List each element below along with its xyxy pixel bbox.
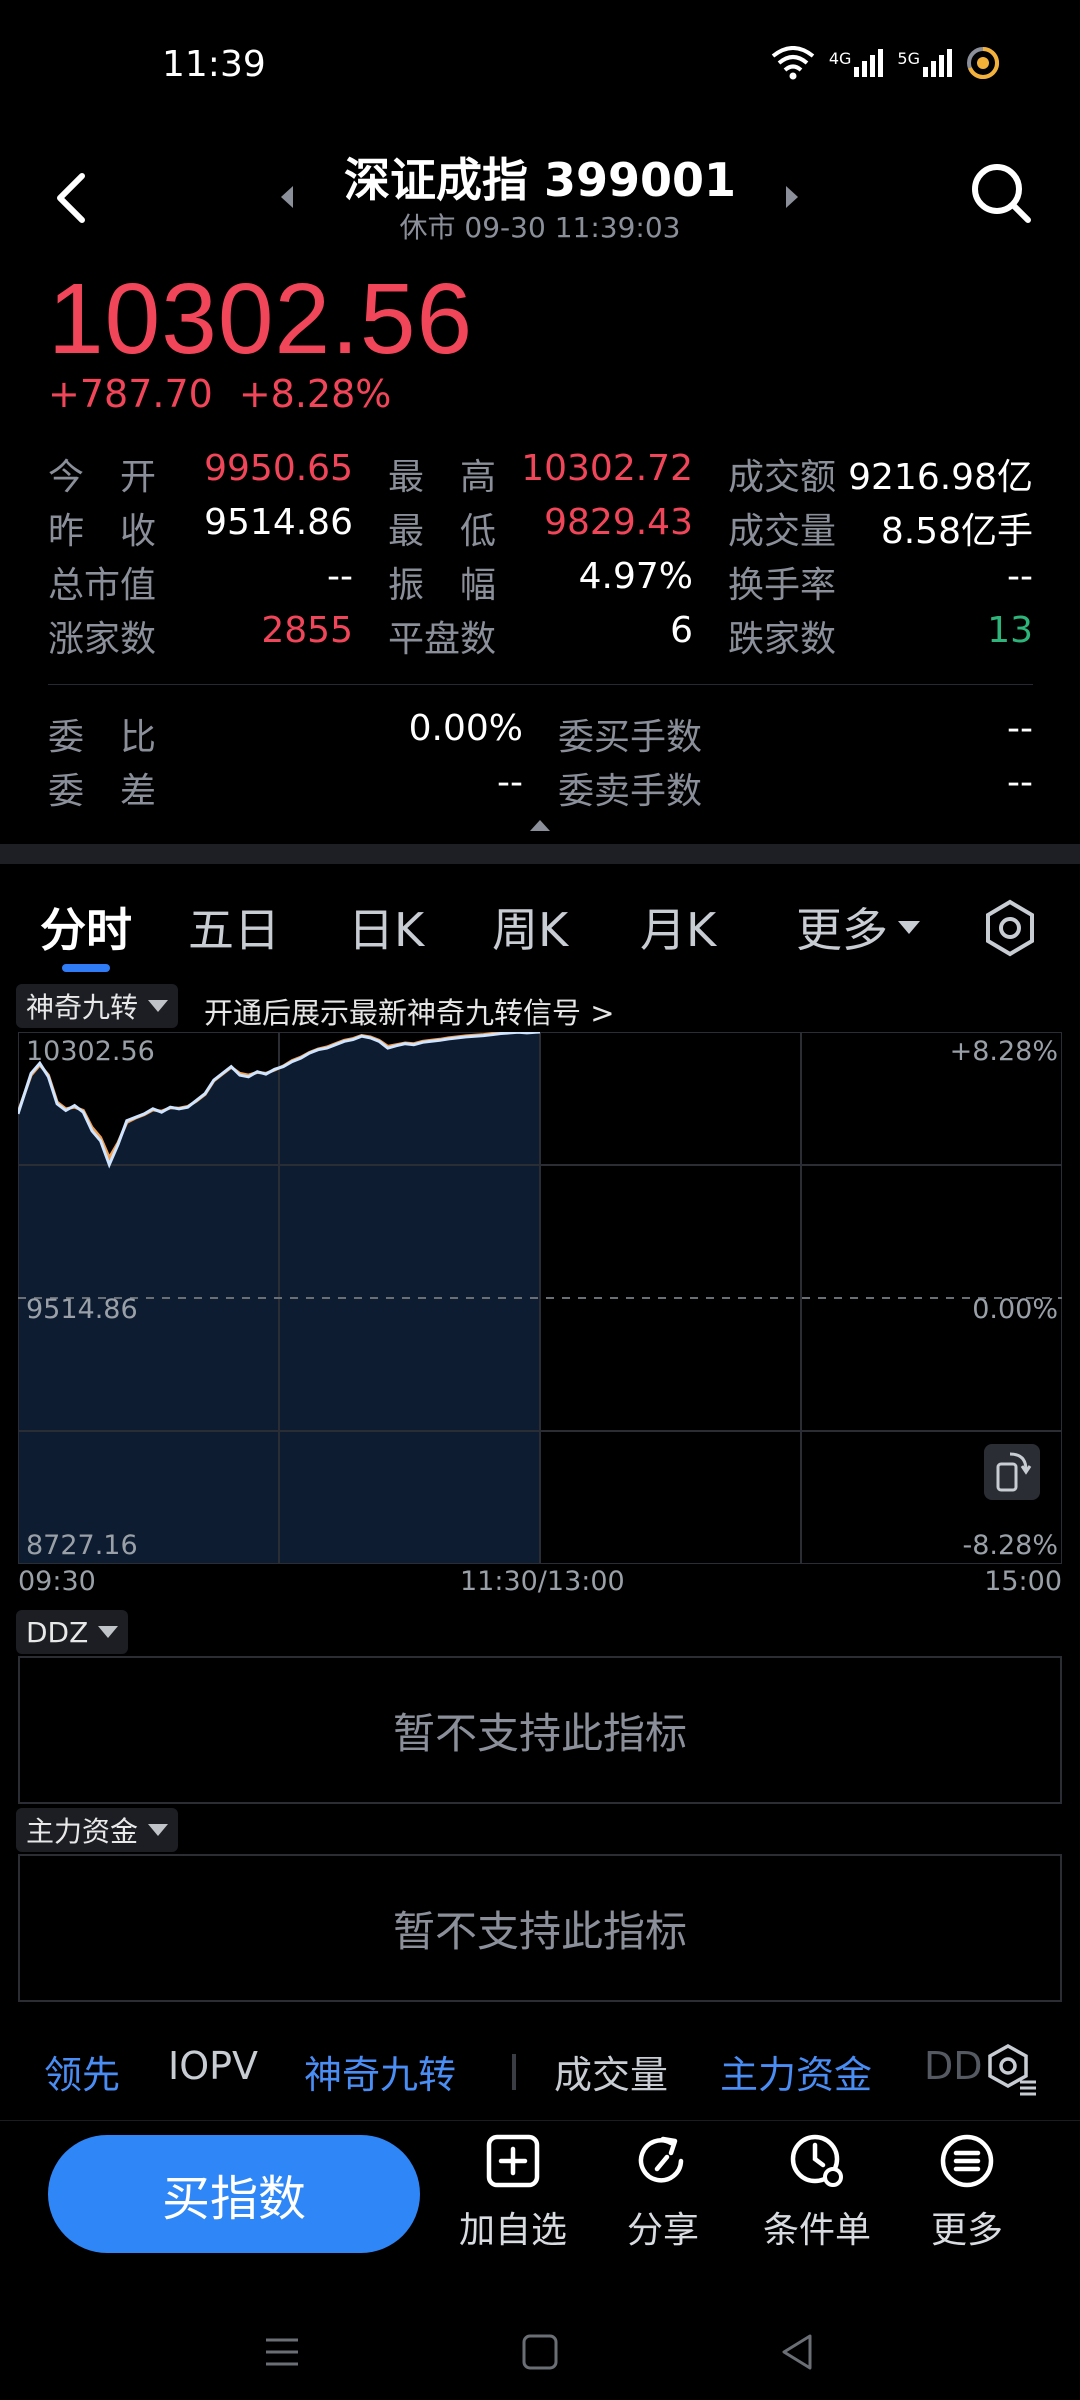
stat-turnover-rate: 换手率 --	[728, 556, 1033, 606]
stat-amplitude: 振 幅 4.97%	[388, 556, 693, 606]
tab-monthly-k[interactable]: 月K	[640, 894, 716, 960]
price-change: +787.70 +8.28%	[48, 372, 391, 416]
stats-row: 委 比 0.00% 委买手数 --	[48, 708, 1033, 762]
pct-mid-label: 0.00%	[972, 1294, 1058, 1325]
search-icon[interactable]	[966, 158, 1036, 228]
indicator-settings-icon[interactable]	[984, 2042, 1038, 2096]
dropdown-icon	[148, 1824, 169, 1836]
x-label-close: 15:00	[984, 1566, 1062, 1597]
stat-order-ratio: 委 比 0.00%	[48, 708, 523, 758]
stat-volume: 成交量 8.58亿手	[728, 511, 1033, 552]
status-bar: 11:39 4G 5G	[0, 0, 1080, 130]
share-icon	[638, 2136, 684, 2183]
active-tab-indicator	[62, 964, 110, 972]
settings-icon[interactable]	[980, 898, 1040, 958]
indicator-tab-volume[interactable]: 成交量	[554, 2044, 668, 2099]
buy-index-button[interactable]: 买指数	[48, 2135, 420, 2253]
tab-intraday[interactable]: 分时	[40, 894, 132, 960]
intraday-chart-svg	[16, 1029, 1063, 1565]
dropdown-icon	[898, 920, 920, 934]
indicator-tab-iopv[interactable]: IOPV	[168, 2044, 258, 2088]
stats-row: 总市值 -- 振 幅 4.97% 换手率 --	[48, 556, 1033, 610]
menu-circle-icon	[940, 2134, 994, 2188]
tab-more[interactable]: 更多	[796, 894, 920, 960]
stats-row: 今 开 9950.65 最 高 10302.72 成交额 9216.98亿	[48, 448, 1033, 502]
market-status: 休市 09-30 11:39:03	[399, 211, 681, 244]
stat-bid-lots: 委买手数 --	[558, 708, 1033, 758]
stat-advancers: 涨家数 2855	[48, 610, 353, 660]
ddz-panel: 暂不支持此指标	[18, 1656, 1062, 1804]
stat-open: 今 开 9950.65	[48, 448, 353, 498]
page-title: 深证成指 399001	[343, 153, 737, 207]
add-square-icon	[486, 2134, 540, 2188]
indicator-tabs: 领先 IOPV 神奇九转 成交量 主力资金 DD	[0, 2036, 1080, 2102]
change-amount: +787.70	[48, 372, 213, 416]
chart-tabs: 分时 五日 日K 周K 月K 更多	[0, 880, 1080, 990]
header: 深证成指 399001 休市 09-30 11:39:03	[0, 140, 1080, 250]
indicator-tab-nine-turn[interactable]: 神奇九转	[304, 2044, 456, 2099]
stats-row: 委 差 -- 委卖手数 --	[48, 762, 1033, 816]
y-top-label: 10302.56	[26, 1036, 155, 1067]
x-label-midday: 11:30/13:00	[460, 1566, 625, 1597]
back-nav-icon[interactable]	[778, 2332, 818, 2372]
rotate-screen-icon[interactable]	[984, 1444, 1040, 1500]
y-bottom-label: 8727.16	[26, 1530, 138, 1561]
signal-4g-icon: 4G	[829, 49, 884, 77]
indicator-tab-dd[interactable]: DD	[924, 2044, 983, 2088]
main-fund-panel: 暂不支持此指标	[18, 1854, 1062, 2002]
pct-top-label: +8.28%	[949, 1036, 1058, 1067]
home-icon[interactable]	[520, 2332, 560, 2372]
indicator-tab-main-fund[interactable]: 主力资金	[720, 2044, 872, 2099]
main-fund-select[interactable]: 主力资金	[16, 1808, 179, 1852]
y-mid-label: 9514.86	[26, 1294, 138, 1325]
conditional-order-button[interactable]: 条件单	[752, 2131, 882, 2261]
stats-row: 昨 收 9514.86 最 低 9829.43 成交量 8.58亿手	[48, 502, 1033, 556]
share-button[interactable]: 分享	[598, 2131, 728, 2261]
tab-weekly-k[interactable]: 周K	[492, 894, 568, 960]
wifi-icon	[771, 46, 815, 80]
action-bar: 买指数 加自选 分享 条件单 更多	[0, 2120, 1080, 2270]
stat-market-cap: 总市值 --	[48, 556, 353, 606]
pct-bottom-label: -8.28%	[962, 1530, 1058, 1561]
status-icons: 4G 5G	[771, 46, 1000, 80]
indicator-select[interactable]: 神奇九转	[16, 984, 179, 1028]
stat-high: 最 高 10302.72	[388, 448, 693, 498]
stat-decliners: 跌家数 13	[728, 610, 1033, 660]
tab-five-day[interactable]: 五日	[188, 894, 280, 960]
current-price: 10302.56	[48, 263, 474, 375]
system-nav-bar	[0, 2300, 1080, 2400]
status-time: 11:39	[162, 44, 266, 85]
signal-5g-icon: 5G	[897, 49, 952, 77]
stat-order-diff: 委 差 --	[48, 762, 523, 812]
stat-low: 最 低 9829.43	[388, 502, 693, 552]
stat-ask-lots: 委卖手数 --	[558, 762, 1033, 812]
change-percent: +8.28%	[238, 372, 392, 416]
next-stock-icon[interactable]	[780, 182, 804, 212]
more-button[interactable]: 更多	[902, 2131, 1032, 2261]
ddz-select[interactable]: DDZ	[16, 1610, 129, 1654]
stat-turnover: 成交额 9216.98亿	[728, 457, 1033, 498]
intraday-chart: 10302.56 9514.86 8727.16 +8.28% 0.00% -8…	[16, 1029, 1063, 1565]
stat-prev-close: 昨 收 9514.86	[48, 502, 353, 552]
tab-daily-k[interactable]: 日K	[348, 894, 424, 960]
dropdown-icon	[148, 1000, 169, 1012]
add-watchlist-button[interactable]: 加自选	[448, 2131, 578, 2261]
clock-order-icon	[790, 2134, 843, 2187]
stats-row: 涨家数 2855 平盘数 6 跌家数 13	[48, 610, 1033, 664]
section-divider	[0, 844, 1080, 864]
divider	[48, 684, 1033, 685]
x-label-open: 09:30	[18, 1566, 96, 1597]
menu-icon[interactable]	[262, 2332, 302, 2372]
battery-icon	[967, 46, 1000, 79]
tab-separator	[512, 2054, 516, 2090]
indicator-tab-lead[interactable]: 领先	[44, 2044, 120, 2099]
stat-unchanged: 平盘数 6	[388, 610, 693, 660]
collapse-icon[interactable]	[528, 818, 552, 832]
upgrade-hint-link[interactable]: 开通后展示最新神奇九转信号 >	[204, 990, 615, 1032]
dropdown-icon	[98, 1626, 119, 1638]
